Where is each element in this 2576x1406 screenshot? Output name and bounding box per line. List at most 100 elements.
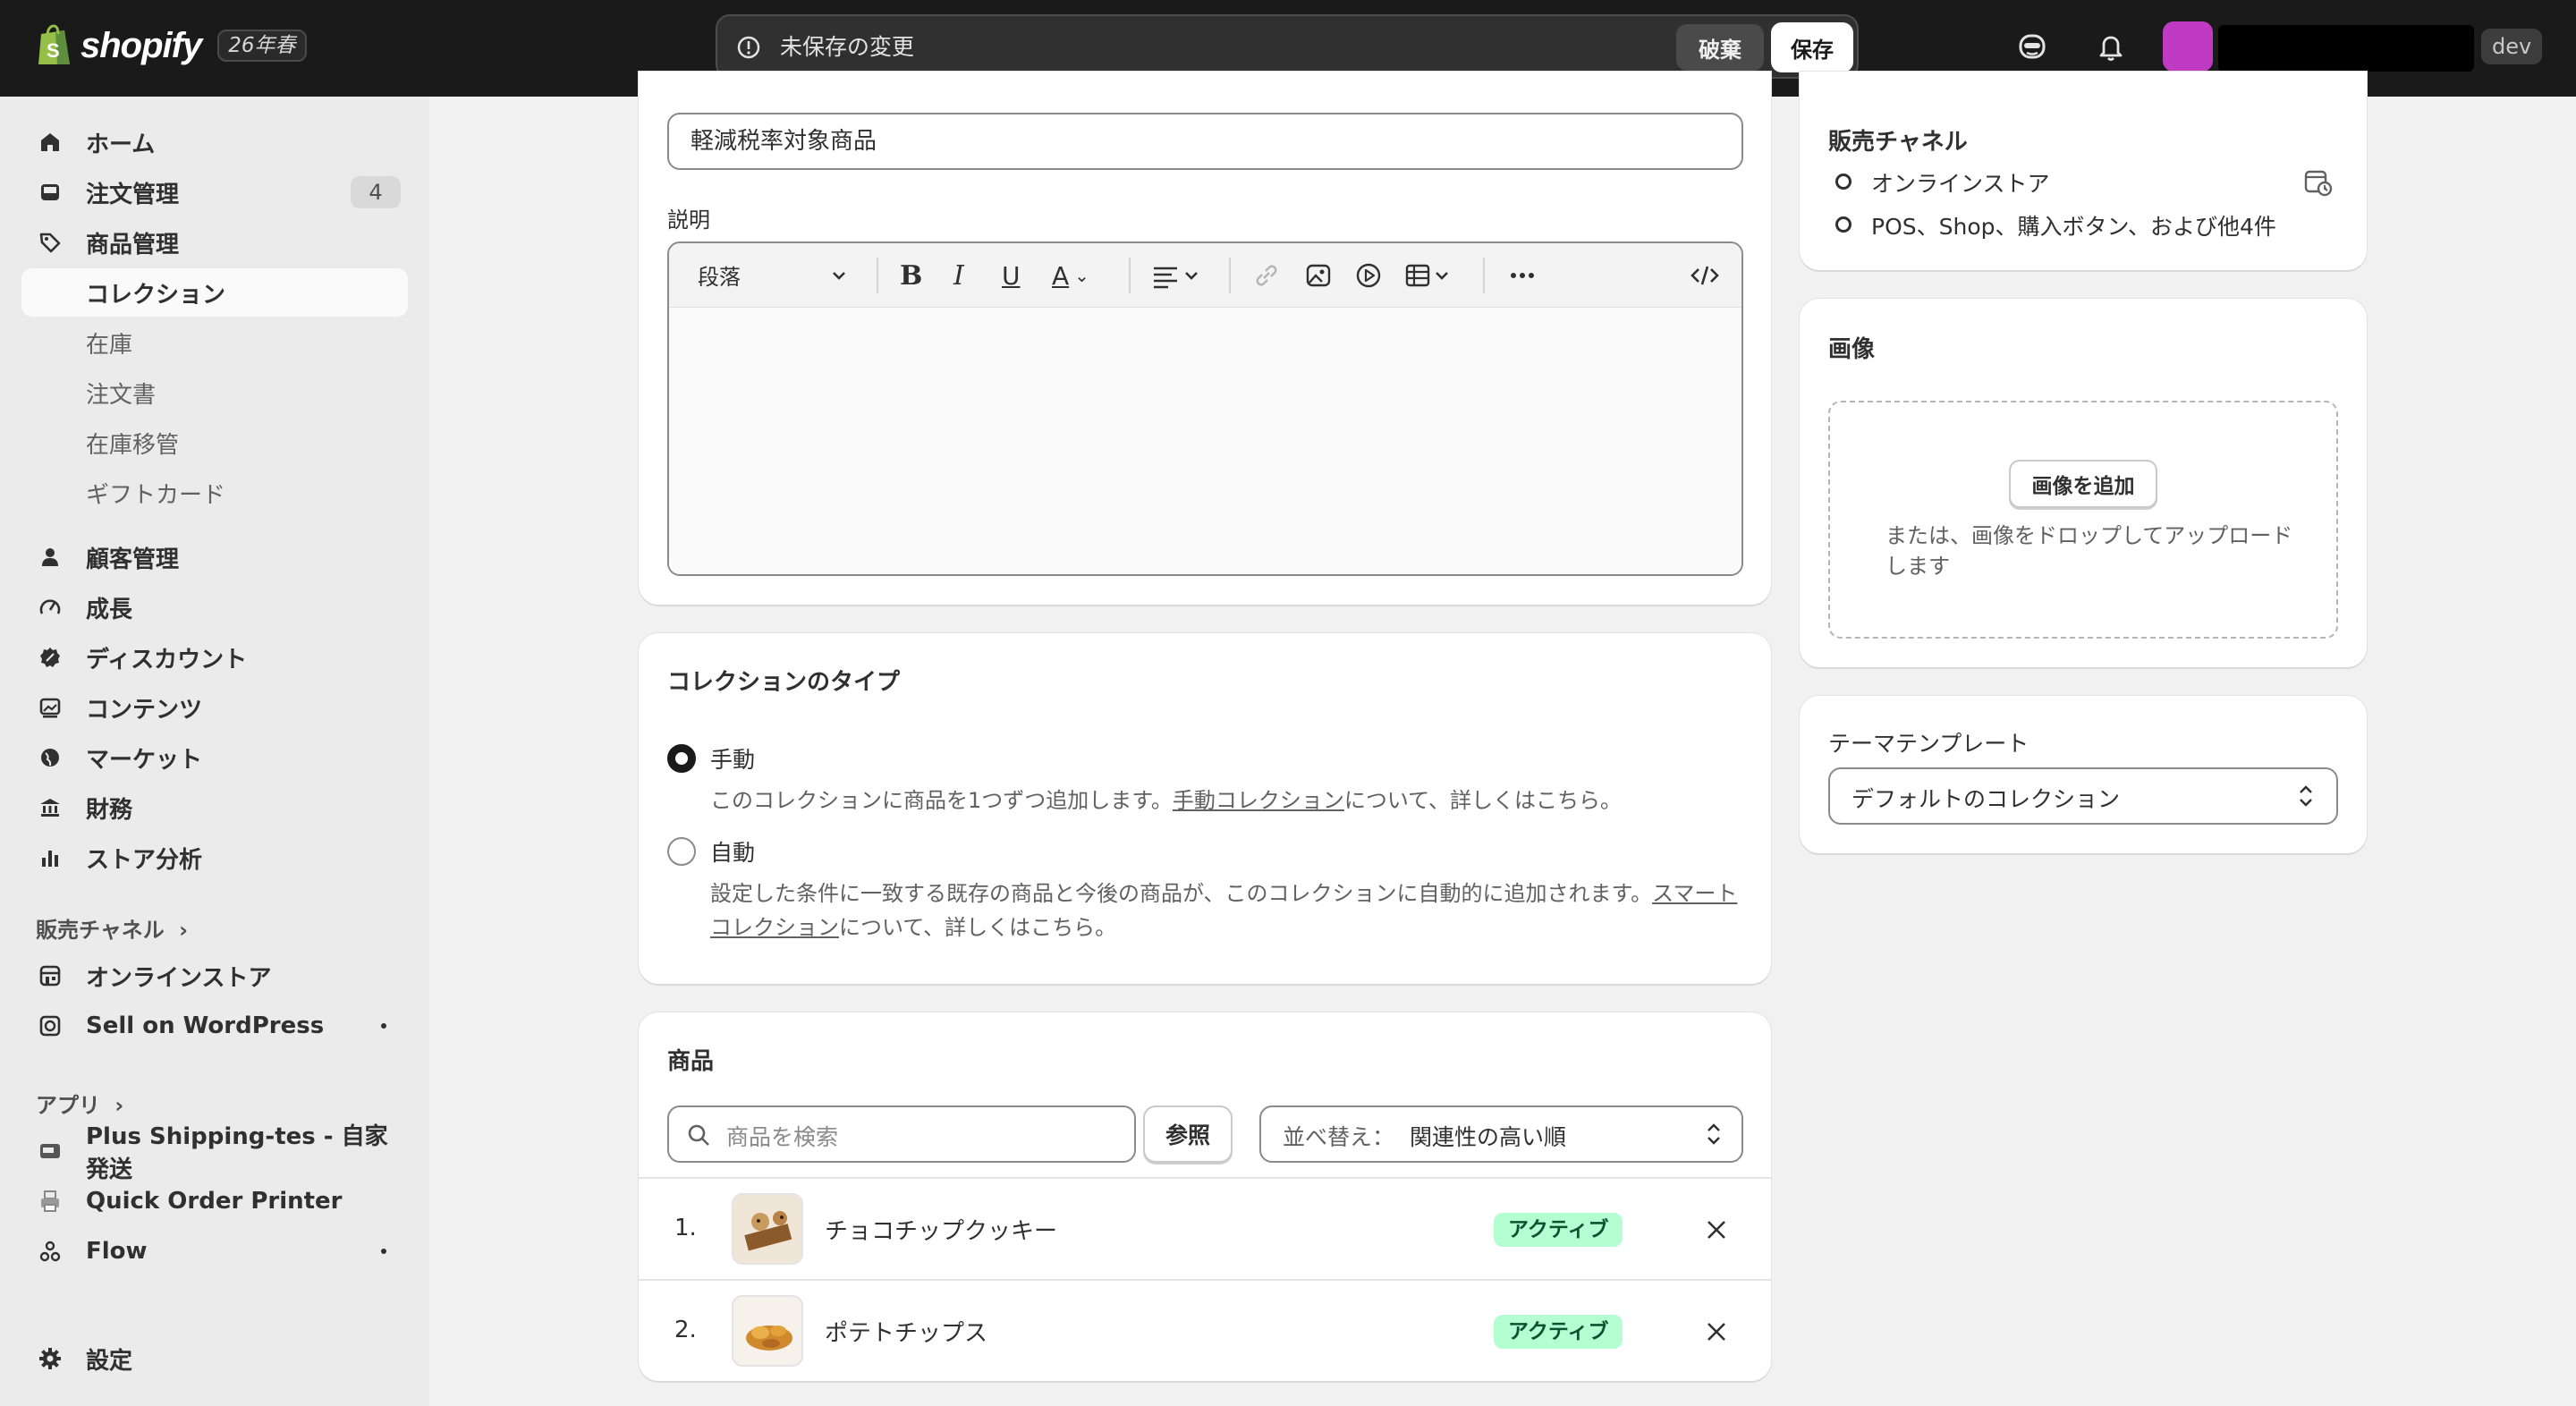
table-icon[interactable] — [1404, 261, 1456, 290]
discard-button[interactable]: 破棄 — [1676, 24, 1764, 71]
sidebar-item-label: 設定 — [86, 1347, 133, 1375]
editor-body[interactable] — [669, 308, 1741, 574]
sidebar-item-settings[interactable]: 設定 — [21, 1334, 408, 1383]
table-row[interactable]: 1. チョコチップクッキー アクティブ — [639, 1177, 1771, 1279]
toolbar-divider — [1229, 258, 1231, 293]
person-icon — [42, 548, 58, 566]
image-icon — [39, 698, 61, 718]
link-icon[interactable] — [1252, 261, 1281, 290]
sidebar-item-analytics[interactable]: ストア分析 — [21, 834, 408, 882]
save-button[interactable]: 保存 — [1771, 22, 1853, 72]
paragraph-format-select[interactable]: 段落 — [698, 259, 741, 291]
smart-collection-link[interactable]: スマート — [1652, 881, 1737, 906]
sidebar-item-markets[interactable]: マーケット — [21, 733, 408, 782]
sidebar-item-purchase-orders[interactable]: 注文書 — [21, 368, 408, 417]
theme-template-select[interactable]: デフォルトのコレクション — [1828, 767, 2338, 825]
theme-template-value: デフォルトのコレクション — [1852, 786, 2121, 812]
truck-icon — [40, 1144, 60, 1158]
apps-heading[interactable]: アプリ › — [36, 1088, 123, 1119]
sales-channels-heading-label: 販売チャネル — [36, 918, 165, 943]
product-thumbnail — [732, 1193, 803, 1265]
sidebar-item-inventory[interactable]: 在庫 — [21, 318, 408, 367]
channel-other: POS、Shop、購入ボタン、および他4件 — [1871, 214, 2276, 240]
product-name[interactable]: ポテトチップス — [825, 1315, 987, 1348]
sidebar-item-label: ギフトカード — [86, 481, 226, 509]
sidebar-item-gift-cards[interactable]: ギフトカード — [21, 469, 408, 517]
editor-toolbar: 段落 B I U A ⌄ — [669, 243, 1741, 308]
sidebar-item-discounts[interactable]: ディスカウント — [21, 633, 408, 682]
sidebar-item-online-store[interactable]: オンラインストア — [21, 952, 408, 1000]
alert-circle-icon — [737, 36, 760, 59]
automatic-radio-label: 自動 — [710, 840, 756, 866]
manual-help-suffix: について、詳しくはこちら。 — [1343, 788, 1622, 813]
bold-icon[interactable]: B — [900, 260, 922, 292]
sidebar-item-plus-shipping[interactable]: Plus Shipping-tes - 自家発送 — [21, 1123, 408, 1183]
align-left-icon[interactable] — [1152, 261, 1206, 290]
sidebar-item-label: 在庫移管 — [86, 431, 180, 459]
sidebar-item-home[interactable]: ホーム — [21, 118, 408, 166]
apps-heading-label: アプリ — [36, 1093, 100, 1118]
brand-name: shopify — [80, 25, 202, 65]
bell-icon[interactable] — [2093, 29, 2129, 64]
table-row[interactable]: 2. ポテトチップス アクティブ — [639, 1279, 1771, 1381]
automatic-radio[interactable] — [667, 837, 696, 866]
shopify-logo[interactable]: S shopify 26年春 — [36, 23, 307, 68]
sidekick-icon[interactable] — [2014, 29, 2050, 64]
channel-online-store: オンラインストア — [1871, 171, 2050, 197]
manual-collection-link[interactable]: 手動コレクション — [1173, 788, 1344, 813]
sidebar-item-products[interactable]: 商品管理 — [21, 218, 408, 267]
sidebar-item-flow[interactable]: Flow — [21, 1227, 408, 1275]
schedule-publish-icon[interactable] — [2302, 166, 2334, 199]
insert-image-icon[interactable] — [1304, 261, 1333, 290]
automatic-help-text: 設定した条件に一致する既存の商品と今後の商品が、このコレクションに自動的に追加さ… — [710, 877, 1748, 944]
gauge-icon — [39, 599, 61, 614]
image-dropzone[interactable] — [1828, 401, 2338, 639]
code-view-icon[interactable] — [1689, 261, 1721, 290]
italic-icon[interactable]: I — [953, 260, 964, 292]
sidebar-item-collections[interactable]: コレクション — [21, 268, 408, 317]
sidebar-item-sell-on-wordpress[interactable]: Sell on WordPress — [21, 1002, 408, 1050]
status-badge: アクティブ — [1494, 1315, 1623, 1349]
product-name[interactable]: チョコチップクッキー — [825, 1213, 1057, 1246]
title-field[interactable]: 軽減税率対象商品 — [667, 113, 1743, 170]
sidebar-item-quick-order-printer[interactable]: Quick Order Printer — [21, 1177, 408, 1225]
underline-icon[interactable]: U — [1002, 261, 1021, 291]
store-icon — [39, 965, 61, 987]
text-color-icon[interactable]: A ⌄ — [1052, 261, 1089, 291]
description-label: 説明 — [667, 208, 710, 233]
store-name-redacted[interactable] — [2218, 25, 2474, 72]
sort-select[interactable]: 並べ替え： 関連性の高い順 — [1259, 1105, 1743, 1163]
sales-channels-heading[interactable]: 販売チャネル › — [36, 912, 188, 944]
chart-bar-icon — [42, 851, 58, 867]
manual-radio[interactable] — [667, 744, 696, 773]
browse-button[interactable]: 参照 — [1143, 1105, 1233, 1163]
sidebar-item-content[interactable]: コンテンツ — [21, 683, 408, 732]
bank-icon — [40, 799, 60, 817]
sidebar-item-customers[interactable]: 顧客管理 — [21, 533, 408, 581]
add-image-button[interactable]: 画像を追加 — [2009, 460, 2157, 508]
sidebar-item-orders[interactable]: 注文管理 4 — [21, 168, 408, 216]
sidebar-item-label: Plus Shipping-tes - 自家発送 — [86, 1123, 388, 1183]
printer-icon — [41, 1190, 59, 1212]
sidebar-item-label: ストア分析 — [86, 846, 203, 874]
sidebar-item-transfers[interactable]: 在庫移管 — [21, 419, 408, 467]
sidebar-item-finance[interactable]: 財務 — [21, 783, 408, 832]
close-icon[interactable] — [1703, 1216, 1730, 1243]
avatar[interactable] — [2163, 21, 2213, 72]
pinned-dot — [381, 1249, 386, 1254]
svg-text:S: S — [47, 39, 60, 62]
chevron-right-icon: › — [179, 918, 189, 943]
sidebar-item-label: マーケット — [86, 746, 203, 774]
edition-badge: 26年春 — [217, 30, 307, 62]
sidebar-item-growth[interactable]: 成長 — [21, 583, 408, 631]
toolbar-divider — [1129, 258, 1131, 293]
sidebar-item-label: Sell on WordPress — [86, 1012, 325, 1039]
sidebar-item-label: 財務 — [86, 796, 133, 824]
sidebar-item-label: コレクション — [86, 281, 226, 309]
close-icon[interactable] — [1703, 1318, 1730, 1345]
product-search-input[interactable]: 商品を検索 — [667, 1105, 1136, 1163]
insert-video-icon[interactable] — [1354, 261, 1383, 290]
smart-collection-link-cont[interactable]: コレクション — [710, 915, 839, 940]
inbox-icon — [41, 184, 59, 200]
more-horizontal-icon[interactable] — [1506, 261, 1538, 290]
